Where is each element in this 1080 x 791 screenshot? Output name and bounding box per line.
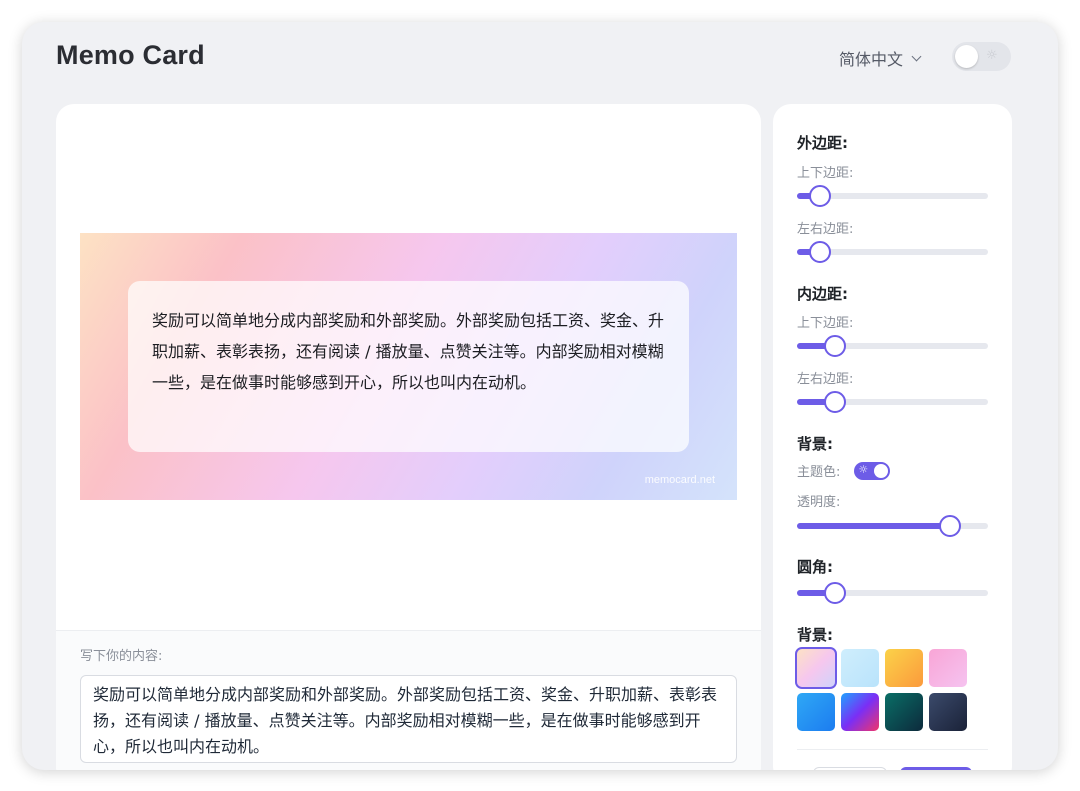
slider-thumb[interactable]: [824, 391, 847, 413]
slider-thumb[interactable]: [808, 185, 831, 207]
chevron-down-icon: [911, 51, 922, 61]
toggle-knob: [874, 463, 889, 478]
watermark: memocard.net: [644, 474, 715, 486]
padding-vertical-slider[interactable]: [797, 335, 988, 357]
background-swatch[interactable]: [929, 649, 967, 687]
margin-horizontal-label: 左右边距:: [797, 222, 854, 237]
theme-color-row: 主题色: ☼: [797, 461, 891, 480]
margin-vertical-slider[interactable]: [797, 185, 988, 207]
slider-thumb[interactable]: [824, 582, 847, 604]
radius-slider[interactable]: [797, 582, 988, 604]
sun-icon: ☼: [986, 48, 998, 63]
secondary-button[interactable]: [813, 767, 887, 770]
card-text-box: 奖励可以简单地分成内部奖励和外部奖励。外部奖励包括工资、奖金、升职加薪、表彰表扬…: [128, 281, 689, 452]
background-swatch[interactable]: [795, 647, 837, 689]
padding-title: 内边距:: [797, 285, 848, 303]
background-swatches: [795, 647, 967, 731]
app-title: Memo Card: [56, 40, 205, 70]
slider-thumb[interactable]: [824, 335, 847, 357]
content-textarea[interactable]: [80, 675, 737, 763]
slider-thumb[interactable]: [938, 515, 961, 537]
editor-panel: 奖励可以简单地分成内部奖励和外部奖励。外部奖励包括工资、奖金、升职加薪、表彰表扬…: [56, 104, 761, 770]
background-swatch[interactable]: [885, 649, 923, 687]
margin-vertical-label: 上下边距:: [797, 166, 854, 181]
card-text: 奖励可以简单地分成内部奖励和外部奖励。外部奖励包括工资、奖金、升职加薪、表彰表扬…: [152, 311, 665, 392]
background-swatch[interactable]: [929, 693, 967, 731]
margin-title: 外边距:: [797, 134, 848, 152]
padding-vertical-label: 上下边距:: [797, 316, 854, 331]
settings-panel: 外边距: 上下边距: 左右边距: 内边距: 上下边距: 左右边距: 背景: 主题…: [773, 104, 1012, 770]
theme-color-label: 主题色:: [797, 465, 841, 480]
padding-horizontal-slider[interactable]: [797, 391, 988, 413]
divider: [797, 749, 988, 750]
content-label: 写下你的内容:: [80, 649, 163, 664]
background-swatch[interactable]: [841, 693, 879, 731]
input-area: 写下你的内容:: [56, 630, 761, 770]
app-window: Memo Card 简体中文 ☼ 奖励可以简单地分成内部奖励和外部奖励。外部奖励…: [22, 22, 1058, 770]
card-preview: 奖励可以简单地分成内部奖励和外部奖励。外部奖励包括工资、奖金、升职加薪、表彰表扬…: [80, 233, 737, 500]
language-label: 简体中文: [839, 50, 904, 69]
background-presets-title: 背景:: [797, 626, 833, 644]
opacity-label: 透明度:: [797, 495, 841, 510]
slider-thumb[interactable]: [808, 241, 831, 263]
padding-horizontal-label: 左右边距:: [797, 372, 854, 387]
toggle-knob: [955, 45, 978, 68]
radius-title: 圆角:: [797, 558, 833, 576]
sun-icon: ☼: [858, 462, 869, 476]
language-select[interactable]: 简体中文: [839, 46, 922, 70]
background-swatch[interactable]: [797, 693, 835, 731]
opacity-slider[interactable]: [797, 515, 988, 537]
background-swatch[interactable]: [841, 649, 879, 687]
theme-toggle[interactable]: ☼: [952, 42, 1011, 71]
background-swatch[interactable]: [885, 693, 923, 731]
background-title: 背景:: [797, 435, 833, 453]
primary-button[interactable]: [900, 767, 972, 770]
margin-horizontal-slider[interactable]: [797, 241, 988, 263]
theme-color-toggle[interactable]: ☼: [854, 461, 891, 480]
